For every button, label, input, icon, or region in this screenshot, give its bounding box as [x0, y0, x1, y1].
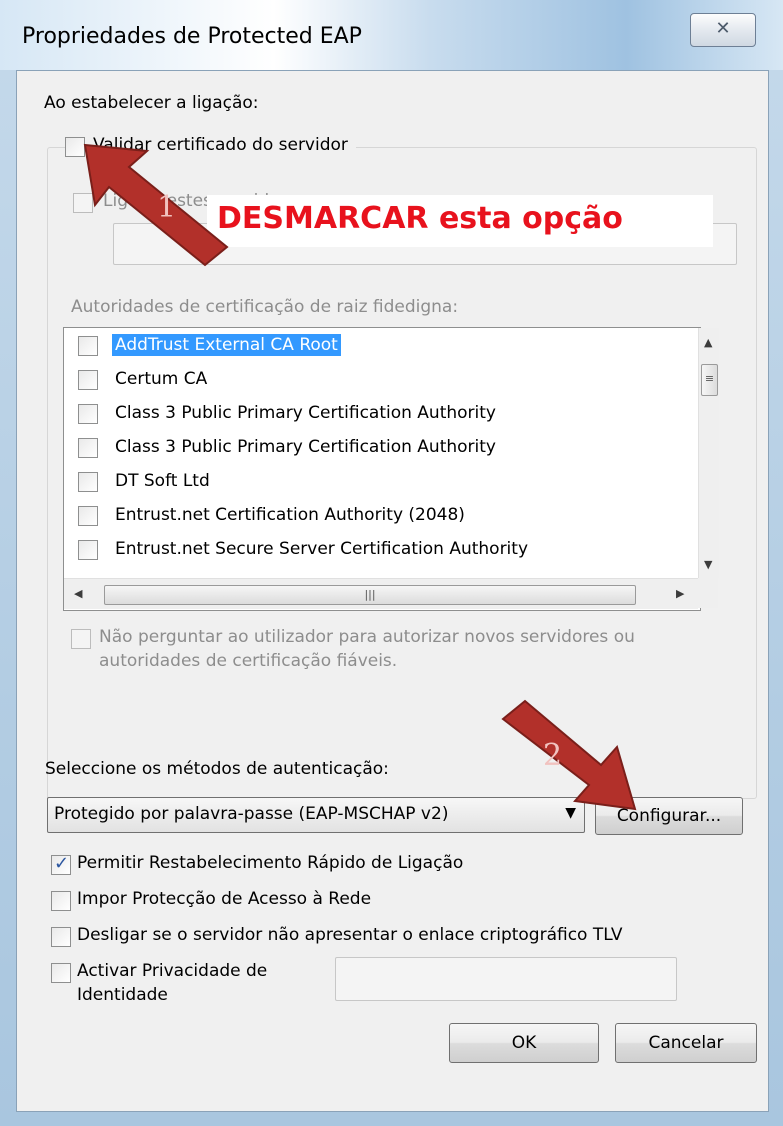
tlv-label[interactable]: Desligar se o servidor não apresentar o … — [77, 925, 622, 945]
ca-checkbox[interactable] — [78, 404, 98, 424]
ca-name: Entrust.net Certification Authority (204… — [115, 505, 465, 525]
ca-checkbox[interactable] — [78, 472, 98, 492]
identity-privacy-label-line1[interactable]: Activar Privacidade de — [77, 961, 267, 981]
arrow-1-icon: 1 — [83, 143, 229, 267]
instruction-annotation: DESMARCAR esta opção — [207, 195, 713, 247]
tlv-checkbox[interactable] — [51, 927, 71, 947]
no-prompt-label-line2: autoridades de certificação fiáveis. — [99, 651, 398, 671]
title-bar[interactable]: Propriedades de Protected EAP ✕ — [0, 0, 783, 70]
list-item[interactable]: Class 3 Public Primary Certification Aut… — [64, 432, 664, 464]
arrow-2-icon: 2 — [501, 699, 637, 811]
close-icon: ✕ — [715, 18, 731, 39]
fast-reconnect-checkbox[interactable]: ✓ — [51, 853, 71, 875]
auth-heading: Seleccione os métodos de autenticação: — [45, 759, 389, 779]
cancel-button[interactable]: Cancelar — [615, 1023, 757, 1063]
list-item[interactable]: Class 3 Public Primary Certification Aut… — [64, 398, 664, 430]
instruction-text: DESMARCAR esta opção — [217, 201, 623, 236]
ca-name: Certum CA — [115, 369, 208, 389]
ca-name: Class 3 Public Primary Certification Aut… — [115, 437, 496, 457]
dialog-client-area: Ao estabelecer a ligação: Validar certif… — [16, 70, 769, 1112]
ca-checkbox[interactable] — [78, 336, 98, 356]
connect-heading: Ao estabelecer a ligação: — [44, 93, 259, 113]
nap-label[interactable]: Impor Protecção de Acesso à Rede — [77, 889, 371, 909]
ca-checkbox[interactable] — [78, 370, 98, 390]
identity-privacy-checkbox[interactable] — [51, 963, 71, 983]
scroll-down-icon[interactable]: ▼ — [704, 558, 712, 571]
vertical-scroll-thumb[interactable]: ≡ — [701, 364, 718, 396]
no-prompt-label-line1: Não perguntar ao utilizador para autoriz… — [99, 627, 635, 647]
step-2-label: 2 — [543, 738, 562, 773]
ok-button[interactable]: OK — [449, 1023, 599, 1063]
auth-method-value: Protegido por palavra-passe (EAP-MSCHAP … — [54, 804, 449, 824]
trusted-root-label: Autoridades de certificação de raiz fide… — [71, 297, 459, 317]
ca-checkbox[interactable] — [78, 438, 98, 458]
ca-name: AddTrust External CA Root — [112, 334, 341, 356]
fast-reconnect-label[interactable]: Permitir Restabelecimento Rápido de Liga… — [77, 853, 463, 873]
list-item[interactable]: Certum CA — [64, 364, 664, 396]
step-1-label: 1 — [157, 190, 176, 225]
ca-checkbox[interactable] — [78, 540, 98, 560]
ca-name: Class 3 Public Primary Certification Aut… — [115, 403, 496, 423]
ca-name: Entrust.net Secure Server Certification … — [115, 539, 529, 559]
no-prompt-checkbox[interactable] — [71, 629, 91, 649]
horizontal-scrollbar[interactable]: ◀ ||| ▶ — [64, 578, 698, 609]
scroll-up-icon[interactable]: ▲ — [704, 336, 712, 349]
list-item[interactable]: AddTrust External CA Root — [64, 330, 664, 362]
close-button[interactable]: ✕ — [690, 13, 756, 47]
ca-name: DT Soft Ltd — [115, 471, 210, 491]
vertical-scrollbar[interactable]: ▲ ≡ ▼ — [698, 328, 719, 578]
identity-input[interactable] — [335, 957, 677, 1001]
trusted-ca-listbox[interactable]: AddTrust External CA Root Certum CA Clas… — [63, 327, 719, 611]
list-item[interactable]: DT Soft Ltd — [64, 466, 664, 498]
list-item[interactable]: Entrust.net Certification Authority (204… — [64, 500, 664, 532]
ca-checkbox[interactable] — [78, 506, 98, 526]
scroll-corner — [698, 578, 718, 608]
scroll-left-icon[interactable]: ◀ — [74, 587, 82, 600]
checkmark-icon: ✓ — [54, 853, 70, 874]
identity-privacy-label-line2[interactable]: Identidade — [77, 985, 168, 1005]
list-item[interactable]: Entrust.net Secure Server Certification … — [64, 534, 664, 566]
horizontal-scroll-thumb[interactable]: ||| — [104, 585, 636, 605]
nap-checkbox[interactable] — [51, 891, 71, 911]
scroll-right-icon[interactable]: ▶ — [676, 587, 684, 600]
window-title: Propriedades de Protected EAP — [22, 24, 362, 49]
